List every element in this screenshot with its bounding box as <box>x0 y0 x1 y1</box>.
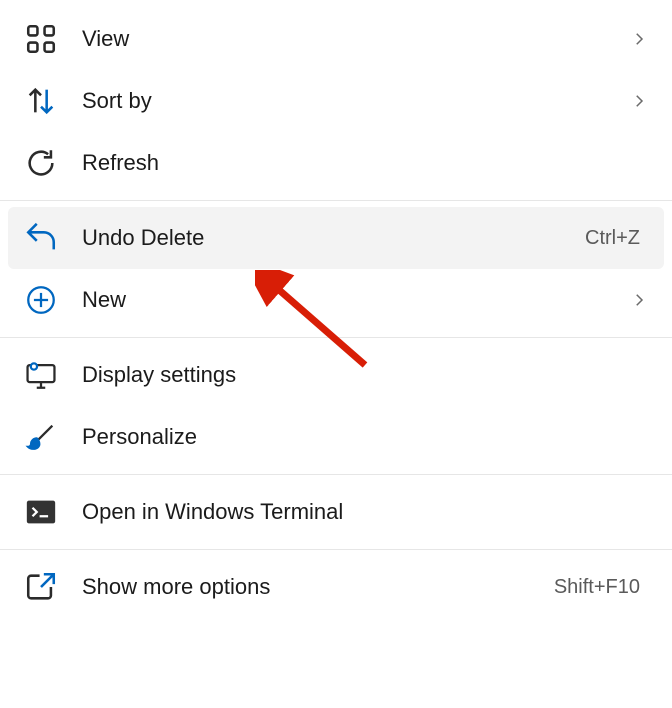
menu-item-open-terminal[interactable]: Open in Windows Terminal <box>0 481 672 543</box>
menu-item-label: Undo Delete <box>82 225 585 251</box>
divider <box>0 549 672 550</box>
menu-item-label: Sort by <box>82 88 630 114</box>
sort-icon <box>24 84 58 118</box>
shortcut-label: Ctrl+Z <box>585 227 640 250</box>
open-out-icon <box>24 570 58 604</box>
menu-item-label: Show more options <box>82 574 554 600</box>
menu-item-refresh[interactable]: Refresh <box>0 132 672 194</box>
grid-icon <box>24 22 58 56</box>
chevron-right-icon <box>630 92 648 110</box>
context-menu: View Sort by Refresh <box>0 0 672 626</box>
chevron-right-icon <box>630 30 648 48</box>
menu-item-view[interactable]: View <box>0 8 672 70</box>
divider <box>0 200 672 201</box>
divider <box>0 337 672 338</box>
menu-item-label: New <box>82 287 630 313</box>
divider <box>0 474 672 475</box>
menu-item-label: Display settings <box>82 362 648 388</box>
shortcut-label: Shift+F10 <box>554 576 640 599</box>
menu-item-label: Personalize <box>82 424 648 450</box>
terminal-icon <box>24 495 58 529</box>
monitor-gear-icon <box>24 358 58 392</box>
brush-icon <box>24 420 58 454</box>
menu-item-show-more-options[interactable]: Show more options Shift+F10 <box>0 556 672 618</box>
menu-item-sort-by[interactable]: Sort by <box>0 70 672 132</box>
menu-item-new[interactable]: New <box>0 269 672 331</box>
menu-item-display-settings[interactable]: Display settings <box>0 344 672 406</box>
menu-item-label: View <box>82 26 630 52</box>
menu-item-label: Open in Windows Terminal <box>82 499 648 525</box>
undo-icon <box>24 221 58 255</box>
menu-item-personalize[interactable]: Personalize <box>0 406 672 468</box>
refresh-icon <box>24 146 58 180</box>
menu-item-undo-delete[interactable]: Undo Delete Ctrl+Z <box>8 207 664 269</box>
plus-circle-icon <box>24 283 58 317</box>
menu-item-label: Refresh <box>82 150 648 176</box>
chevron-right-icon <box>630 291 648 309</box>
